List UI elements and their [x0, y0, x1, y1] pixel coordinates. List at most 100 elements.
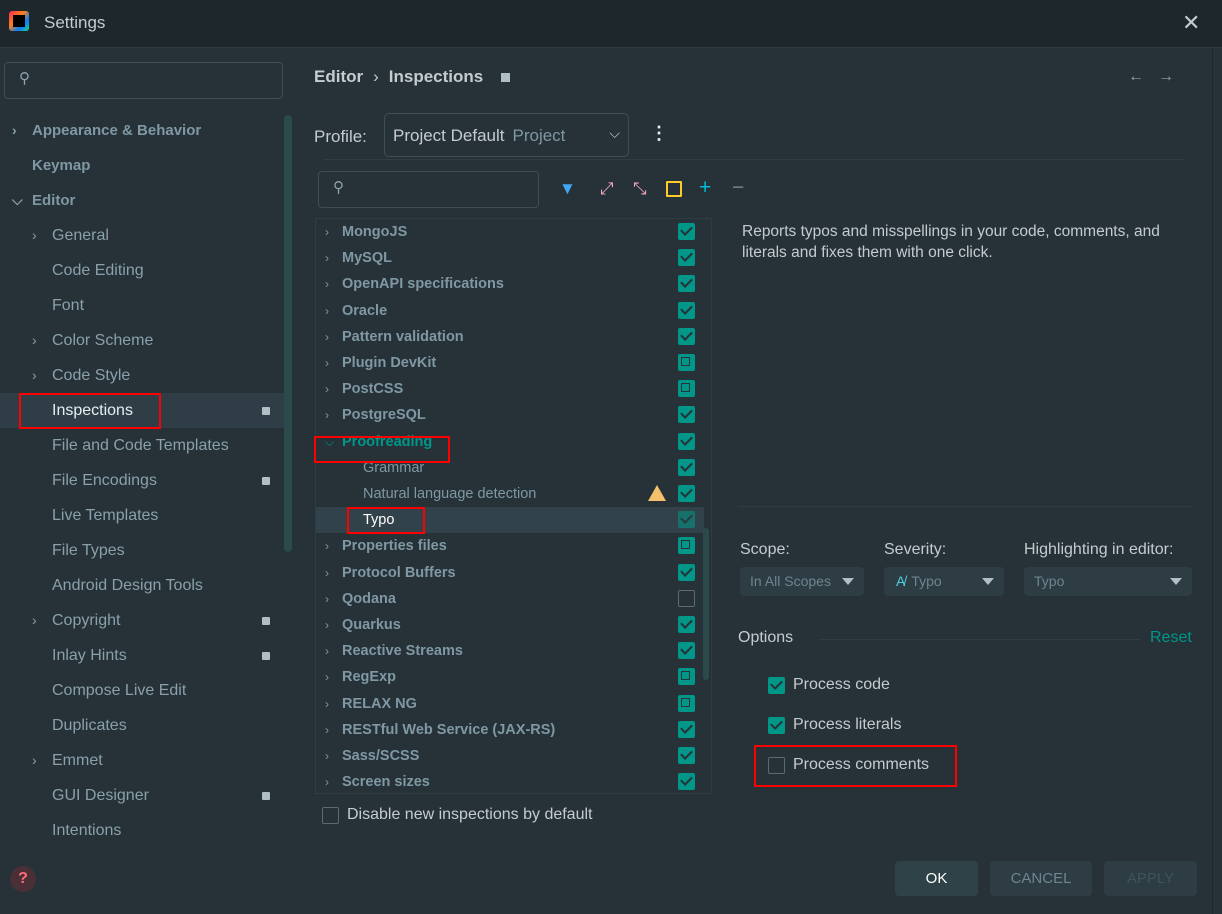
- sidebar-item-compose-live-edit[interactable]: Compose Live Edit: [0, 673, 285, 708]
- sidebar-item-intentions[interactable]: Intentions: [0, 813, 285, 848]
- tree-item-checkbox[interactable]: [678, 406, 695, 424]
- tree-item-mongojs[interactable]: › MongoJS: [316, 219, 704, 245]
- tree-item-checkbox[interactable]: [678, 668, 695, 686]
- sidebar-item-editor[interactable]: ⌵ Editor: [0, 183, 285, 218]
- tree-item-postgresql[interactable]: › PostgreSQL: [316, 402, 704, 428]
- filter-icon[interactable]: ▼: [559, 179, 576, 199]
- sidebar-item-live-templates[interactable]: Live Templates: [0, 498, 285, 533]
- tree-item-checkbox[interactable]: [678, 589, 695, 607]
- sidebar-item-file-and-code-templates[interactable]: File and Code Templates: [0, 428, 285, 463]
- chevron-right-icon[interactable]: ›: [325, 743, 329, 769]
- chevron-right-icon[interactable]: ›: [325, 664, 329, 690]
- reset-link[interactable]: Reset: [1150, 629, 1192, 647]
- chevron-right-icon[interactable]: ›: [325, 245, 329, 271]
- remove-icon[interactable]: −: [732, 176, 744, 200]
- chevron-right-icon[interactable]: ›: [325, 691, 329, 717]
- sidebar-scrollbar[interactable]: [284, 115, 292, 552]
- chevron-right-icon[interactable]: ›: [325, 376, 329, 402]
- chevron-right-icon[interactable]: ›: [325, 638, 329, 664]
- tree-item-checkbox[interactable]: [678, 694, 695, 712]
- tree-item-regexp[interactable]: › RegExp: [316, 664, 704, 690]
- sidebar-item-code-style[interactable]: › Code Style: [0, 358, 285, 393]
- chevron-right-icon[interactable]: ›: [325, 769, 329, 795]
- tree-item-natural-language-detection[interactable]: Natural language detection: [316, 481, 704, 507]
- more-options-icon[interactable]: ⋮: [650, 123, 668, 144]
- scope-dropdown[interactable]: In All Scopes: [740, 567, 864, 596]
- tree-item-sass-scss[interactable]: › Sass/SCSS: [316, 743, 704, 769]
- sidebar-item-android-design-tools[interactable]: Android Design Tools: [0, 568, 285, 603]
- tree-item-checkbox[interactable]: [678, 301, 695, 319]
- sidebar-item-file-types[interactable]: File Types: [0, 533, 285, 568]
- chevron-right-icon[interactable]: ›: [32, 218, 37, 253]
- help-icon[interactable]: ?: [10, 866, 36, 892]
- chevron-right-icon[interactable]: ›: [32, 603, 37, 638]
- chevron-right-icon[interactable]: ›: [325, 324, 329, 350]
- tree-item-plugin-devkit[interactable]: › Plugin DevKit: [316, 350, 704, 376]
- close-icon[interactable]: ✕: [1182, 10, 1200, 36]
- back-arrow-icon[interactable]: ←: [1128, 68, 1158, 85]
- option-checkbox[interactable]: [768, 717, 785, 734]
- inspection-search-input[interactable]: ⚲: [318, 171, 539, 208]
- chevron-right-icon[interactable]: ›: [325, 402, 329, 428]
- chevron-down-icon[interactable]: ⌵: [12, 183, 23, 218]
- tree-item-qodana[interactable]: › Qodana: [316, 586, 704, 612]
- tree-item-checkbox[interactable]: [678, 380, 695, 398]
- sidebar-item-appearance-behavior[interactable]: › Appearance & Behavior: [0, 113, 285, 148]
- option-checkbox[interactable]: [768, 677, 785, 694]
- tree-item-openapi-specifications[interactable]: › OpenAPI specifications: [316, 271, 704, 297]
- tree-item-screen-sizes[interactable]: › Screen sizes: [316, 769, 704, 795]
- settings-search-input[interactable]: ⚲: [4, 62, 283, 99]
- tree-item-checkbox[interactable]: [678, 354, 695, 371]
- tree-item-mysql[interactable]: › MySQL: [316, 245, 704, 271]
- chevron-right-icon[interactable]: ›: [32, 323, 37, 358]
- sidebar-item-color-scheme[interactable]: › Color Scheme: [0, 323, 285, 358]
- tree-item-oracle[interactable]: › Oracle: [316, 298, 704, 324]
- sidebar-item-general[interactable]: › General: [0, 218, 285, 253]
- cancel-button[interactable]: CANCEL: [990, 861, 1092, 896]
- sidebar-item-copyright[interactable]: › Copyright: [0, 603, 285, 638]
- tree-item-reactive-streams[interactable]: › Reactive Streams: [316, 638, 704, 664]
- tree-item-checkbox[interactable]: [678, 249, 695, 267]
- sidebar-item-file-encodings[interactable]: File Encodings: [0, 463, 285, 498]
- chevron-right-icon[interactable]: ›: [325, 350, 329, 376]
- forward-arrow-icon[interactable]: →: [1158, 68, 1188, 85]
- chevron-right-icon[interactable]: ›: [325, 586, 329, 612]
- expand-all-icon[interactable]: ⤢: [600, 179, 614, 199]
- chevron-right-icon[interactable]: ›: [325, 560, 329, 586]
- sidebar-item-duplicates[interactable]: Duplicates: [0, 708, 285, 743]
- severity-dropdown[interactable]: A̸ Typo: [884, 567, 1004, 596]
- sidebar-item-font[interactable]: Font: [0, 288, 285, 323]
- tree-item-checkbox[interactable]: [678, 432, 695, 450]
- add-icon[interactable]: +: [699, 176, 711, 200]
- tree-item-protocol-buffers[interactable]: › Protocol Buffers: [316, 560, 704, 586]
- tree-item-checkbox[interactable]: [678, 747, 695, 764]
- tree-item-checkbox[interactable]: [678, 511, 695, 529]
- sidebar-item-gui-designer[interactable]: GUI Designer: [0, 778, 285, 813]
- profile-dropdown[interactable]: Project Default Project ⌵: [384, 113, 629, 157]
- tree-item-checkbox[interactable]: [678, 458, 695, 476]
- highlighting-dropdown[interactable]: Typo: [1024, 567, 1192, 596]
- apply-button[interactable]: APPLY: [1104, 861, 1197, 896]
- tree-item-checkbox[interactable]: [678, 616, 695, 633]
- tree-item-restful-web-service-jax-rs-[interactable]: › RESTful Web Service (JAX-RS): [316, 717, 704, 743]
- tree-item-checkbox[interactable]: [678, 223, 695, 240]
- chevron-right-icon[interactable]: ›: [325, 612, 329, 638]
- chevron-right-icon[interactable]: ›: [325, 298, 329, 324]
- chevron-right-icon[interactable]: ›: [325, 219, 329, 245]
- sidebar-item-emmet[interactable]: › Emmet: [0, 743, 285, 778]
- collapse-all-icon[interactable]: ⤡: [633, 179, 647, 199]
- tree-item-quarkus[interactable]: › Quarkus: [316, 612, 704, 638]
- sidebar-item-code-editing[interactable]: Code Editing: [0, 253, 285, 288]
- tree-item-checkbox[interactable]: [678, 563, 695, 581]
- sidebar-item-inlay-hints[interactable]: Inlay Hints: [0, 638, 285, 673]
- tree-item-checkbox[interactable]: [678, 642, 695, 660]
- chevron-right-icon[interactable]: ›: [325, 271, 329, 297]
- chevron-right-icon[interactable]: ›: [325, 717, 329, 743]
- disable-new-inspections-checkbox[interactable]: [322, 807, 339, 824]
- chevron-right-icon[interactable]: ›: [32, 743, 37, 778]
- tree-item-checkbox[interactable]: [678, 275, 695, 293]
- tree-item-postcss[interactable]: › PostCSS: [316, 376, 704, 402]
- tree-scrollbar[interactable]: [703, 528, 709, 680]
- sidebar-item-keymap[interactable]: Keymap: [0, 148, 285, 183]
- tree-item-checkbox[interactable]: [678, 720, 695, 738]
